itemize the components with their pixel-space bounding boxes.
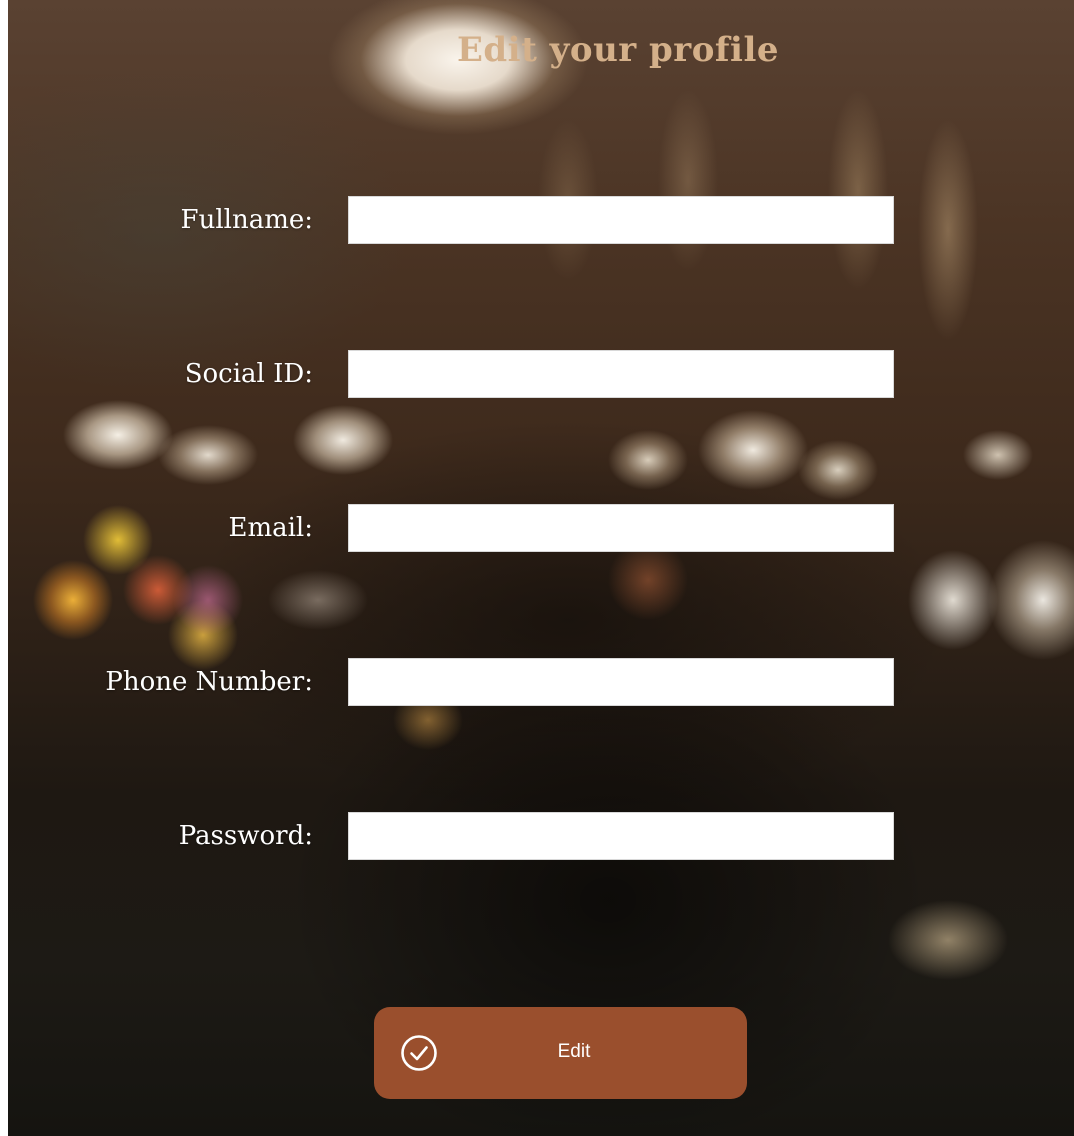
page-title: Edit your profile xyxy=(456,30,779,70)
email-row: Email: xyxy=(8,504,1074,552)
password-input[interactable] xyxy=(348,812,894,860)
social-id-row: Social ID: xyxy=(8,350,1074,398)
fullname-input[interactable] xyxy=(348,196,894,244)
email-label: Email: xyxy=(228,513,313,543)
password-label: Password: xyxy=(178,821,313,851)
phone-number-row: Phone Number: xyxy=(8,658,1074,706)
edit-button-label: Edit xyxy=(557,1041,591,1062)
edit-button[interactable]: Edit xyxy=(374,1007,747,1099)
social-id-input[interactable] xyxy=(348,350,894,398)
fullname-label: Fullname: xyxy=(180,205,313,235)
social-id-label: Social ID: xyxy=(184,359,313,389)
phone-number-input[interactable] xyxy=(348,658,894,706)
phone-number-label: Phone Number: xyxy=(105,667,313,697)
email-input[interactable] xyxy=(348,504,894,552)
edit-profile-window: Edit your profile Fullname: Social ID: E… xyxy=(8,0,1074,1136)
fullname-row: Fullname: xyxy=(8,196,1074,244)
password-row: Password: xyxy=(8,812,1074,860)
